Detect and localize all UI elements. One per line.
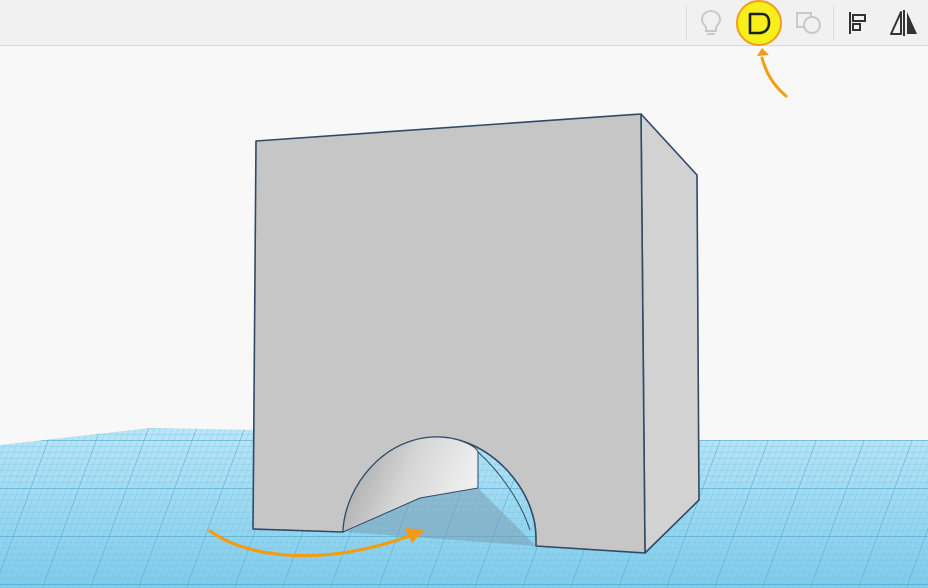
annotation-arrow-group — [757, 48, 788, 98]
toolbar-divider — [686, 6, 687, 40]
group-shape-icon[interactable] — [737, 0, 781, 45]
toolbar-divider — [833, 6, 834, 40]
align-icon[interactable] — [836, 0, 880, 45]
top-toolbar — [0, 0, 928, 46]
mirror-icon[interactable] — [882, 0, 926, 45]
ungroup-shape-icon[interactable] — [787, 0, 831, 45]
3d-workplane[interactable] — [0, 46, 928, 588]
box-side-face[interactable] — [640, 113, 700, 554]
note-lightbulb-icon[interactable] — [689, 0, 733, 45]
